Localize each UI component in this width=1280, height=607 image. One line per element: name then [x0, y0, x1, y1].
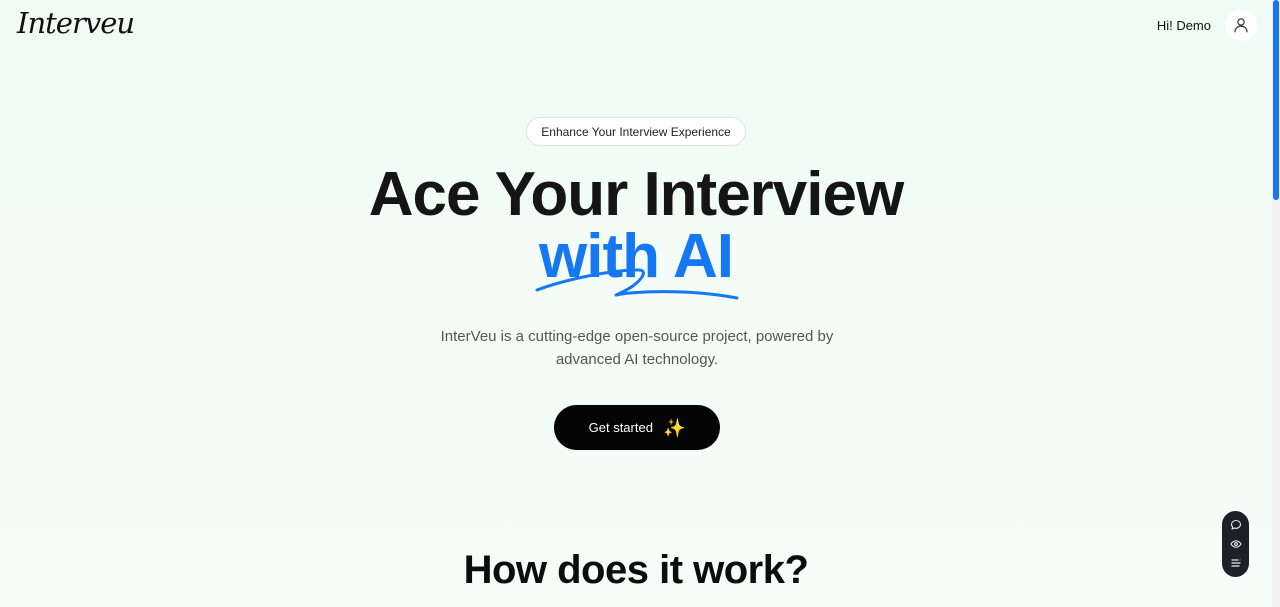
sparkles-icon: ✨ — [662, 417, 686, 438]
hero-title: Ace Your Interview — [368, 160, 904, 229]
floating-tool-panel — [1222, 511, 1249, 577]
avatar-button[interactable] — [1225, 9, 1257, 41]
how-it-works-title: How does it work? — [463, 548, 809, 592]
hero-badge: Enhance Your Interview Experience — [526, 117, 746, 146]
get-started-button[interactable]: Get started ✨ — [554, 405, 720, 450]
list-button[interactable] — [1227, 555, 1245, 571]
eye-icon — [1229, 540, 1242, 548]
hero-subtitle-line-2: advanced AI technology. — [555, 351, 719, 368]
chat-button[interactable] — [1227, 517, 1245, 533]
squiggle-underline-decoration — [535, 268, 739, 300]
view-button[interactable] — [1227, 536, 1245, 552]
page-scrollbar[interactable] — [1272, 0, 1280, 607]
user-greeting: Hi! Demo — [1156, 17, 1211, 33]
page: Interveu Hi! Demo Enhance Your Interview… — [0, 0, 1272, 607]
get-started-label: Get started — [588, 420, 653, 435]
hero-subtitle: InterVeu is a cutting-edge open-source p… — [400, 325, 874, 371]
logo[interactable]: Interveu — [17, 6, 135, 40]
list-icon — [1230, 559, 1241, 567]
chat-icon — [1230, 519, 1241, 530]
user-icon — [1234, 18, 1248, 33]
user-area: Hi! Demo — [1157, 9, 1257, 41]
scrollbar-thumb[interactable] — [1273, 0, 1279, 200]
hero-subtitle-line-1: InterVeu is a cutting-edge open-source p… — [440, 328, 834, 345]
